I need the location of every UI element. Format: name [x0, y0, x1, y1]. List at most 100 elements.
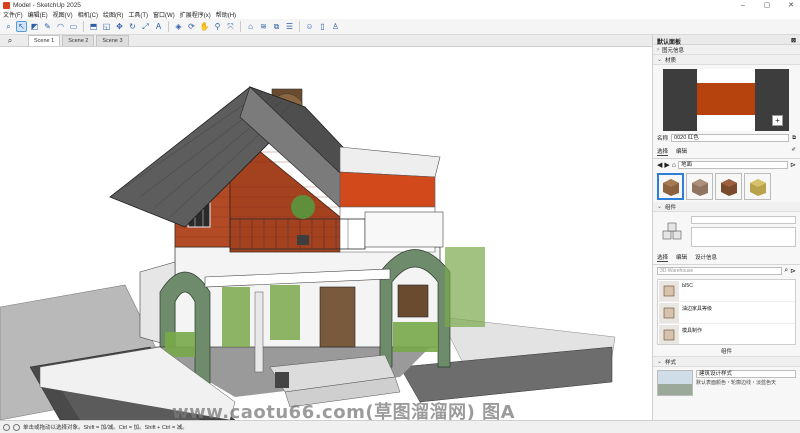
tray-title-label: 默认面板: [657, 40, 682, 46]
menu-camera[interactable]: 相机(C): [78, 10, 98, 19]
style-info: 建筑设计样式 默认表面颜色・轮廓边线・淡蓝色天: [653, 367, 800, 399]
info-icon[interactable]: [3, 423, 10, 431]
component-description-field[interactable]: [691, 227, 796, 247]
material-preview: +: [663, 69, 789, 131]
maximize-button[interactable]: ▢: [762, 1, 772, 9]
list-item[interactable]: 油边家具等级: [658, 302, 795, 324]
material-library-row: ◀ ▶ ⌂ 地面 ⊳: [653, 159, 800, 171]
material-swatch-item[interactable]: [744, 173, 771, 200]
menu-edit[interactable]: 编辑(E): [28, 10, 48, 19]
menu-tools[interactable]: 工具(T): [128, 10, 148, 19]
push-pull-icon[interactable]: ⬒: [88, 21, 99, 32]
orbit-icon[interactable]: ⟳: [186, 21, 197, 32]
list-item[interactable]: 模具制作: [658, 324, 795, 344]
home-icon[interactable]: ⌂: [672, 162, 676, 169]
search-icon[interactable]: ⌕: [3, 21, 14, 32]
material-swatch-item[interactable]: [715, 173, 742, 200]
material-swatch-item[interactable]: [657, 173, 684, 200]
layout-icon[interactable]: ⧉: [271, 21, 282, 32]
tab-materials-edit[interactable]: 编辑: [676, 147, 687, 156]
create-material-icon[interactable]: +: [772, 115, 783, 126]
eyedropper-icon[interactable]: ✐: [791, 147, 796, 156]
component-thumbnail: [659, 325, 679, 344]
styles-header[interactable]: ⌄ 样式: [653, 357, 800, 367]
minimize-button[interactable]: –: [738, 2, 748, 9]
pencil-icon[interactable]: ✎: [42, 21, 53, 32]
document-icon[interactable]: ▯: [317, 21, 328, 32]
menu-view[interactable]: 视图(V): [53, 10, 73, 19]
scene-tab-2[interactable]: Scene 2: [62, 35, 95, 46]
default-tray: 默认面板 ⊠ › 图元信息 ⌄ 材质 + 名称 0020 红色 ⧉ 选择 编辑 …: [652, 35, 800, 420]
component-item-label: 模具制作: [682, 328, 703, 334]
style-name-field[interactable]: 建筑设计样式: [696, 370, 796, 378]
components-footer: 组件: [653, 347, 800, 357]
material-swatch-grid: [653, 171, 800, 202]
component-thumbnail: [659, 281, 679, 301]
paint-bucket-icon[interactable]: ◈: [173, 21, 184, 32]
move-icon[interactable]: ✥: [114, 21, 125, 32]
status-bar: 单击或拖动以选择对象。Shift = 加/减。Ctrl = 加。Shift + …: [0, 420, 800, 433]
tab-materials-select[interactable]: 选择: [657, 147, 669, 156]
style-thumbnail: [657, 370, 693, 396]
menu-draw[interactable]: 绘图(R): [103, 10, 123, 19]
user-icon[interactable]: ♙: [330, 21, 341, 32]
menu-window[interactable]: 窗口(W): [153, 10, 175, 19]
component-list[interactable]: Ы5С 油边家具等级 模具制作: [657, 279, 796, 345]
pan-icon[interactable]: ✋: [199, 21, 210, 32]
warehouse-icon[interactable]: ⌂: [245, 21, 256, 32]
menu-extensions[interactable]: 扩展程序(x): [180, 10, 211, 19]
tray-close-icon[interactable]: ⊠: [791, 37, 796, 44]
material-swatch: [697, 83, 755, 115]
forward-icon[interactable]: ▶: [664, 161, 669, 169]
account-icon[interactable]: ☺: [304, 21, 315, 32]
details-icon[interactable]: ⊳: [790, 267, 796, 275]
model-viewport[interactable]: www.caotu66.com(草图溜溜网) 图A: [0, 47, 652, 420]
tab-components-edit[interactable]: 编辑: [676, 253, 687, 262]
back-icon[interactable]: ◀: [657, 161, 662, 169]
text-icon[interactable]: A: [153, 21, 164, 32]
search-icon[interactable]: ⌕: [784, 267, 788, 275]
component-name-field[interactable]: [691, 216, 796, 224]
tab-components-select[interactable]: 选择: [657, 253, 669, 262]
tab-components-info[interactable]: 设计信息: [695, 253, 717, 262]
component-search-input[interactable]: 3D Warehouse: [657, 267, 783, 275]
chevron-down-icon: ⌄: [657, 359, 663, 365]
scene-tab-1[interactable]: Scene 1: [28, 35, 61, 46]
material-library-select[interactable]: 地面: [678, 161, 789, 169]
material-name-field[interactable]: 0020 红色: [671, 134, 790, 142]
window-title: Model - SketchUp 2025: [13, 1, 81, 9]
geo-location-icon[interactable]: [13, 423, 20, 431]
zoom-icon[interactable]: ⚲: [212, 21, 223, 32]
materials-tabs: 选择 编辑 ✐: [653, 145, 800, 159]
copy-icon[interactable]: ⧉: [792, 135, 796, 142]
close-button[interactable]: ✕: [786, 1, 796, 9]
watermark-text: www.caotu66.com(草图溜溜网) 图A: [172, 402, 516, 420]
layers-icon[interactable]: ☰: [284, 21, 295, 32]
select-tool-icon[interactable]: ↖: [16, 21, 27, 32]
offset-icon[interactable]: ◱: [101, 21, 112, 32]
rotate-icon[interactable]: ↻: [127, 21, 138, 32]
menu-help[interactable]: 帮助(H): [216, 10, 236, 19]
arc-icon[interactable]: ◠: [55, 21, 66, 32]
scenes-search-icon[interactable]: ⌕: [4, 35, 16, 46]
menu-file[interactable]: 文件(F): [3, 10, 23, 19]
details-icon[interactable]: ⊳: [790, 161, 796, 169]
list-item[interactable]: Ы5С: [658, 280, 795, 302]
zoom-extents-icon[interactable]: ⤧: [225, 21, 236, 32]
component-item-label: Ы5С: [682, 283, 693, 289]
toolbar-divider: [299, 21, 300, 32]
window-controls: – ▢ ✕: [738, 0, 796, 10]
entity-info-header[interactable]: › 图元信息: [653, 45, 800, 55]
sketchup-logo-icon: [3, 1, 10, 9]
scene-tab-3[interactable]: Scene 3: [96, 35, 129, 46]
rectangle-icon[interactable]: ▭: [68, 21, 79, 32]
material-swatch-item[interactable]: [686, 173, 713, 200]
components-header[interactable]: ⌄ 组件: [653, 202, 800, 212]
materials-header[interactable]: ⌄ 材质: [653, 55, 800, 65]
extension-warehouse-icon[interactable]: ≋: [258, 21, 269, 32]
eraser-icon[interactable]: ◩: [29, 21, 40, 32]
chevron-down-icon: ⌄: [657, 57, 663, 63]
component-fields: [691, 216, 796, 247]
scale-icon[interactable]: ⤢: [140, 21, 151, 32]
materials-label: 材质: [665, 57, 677, 64]
